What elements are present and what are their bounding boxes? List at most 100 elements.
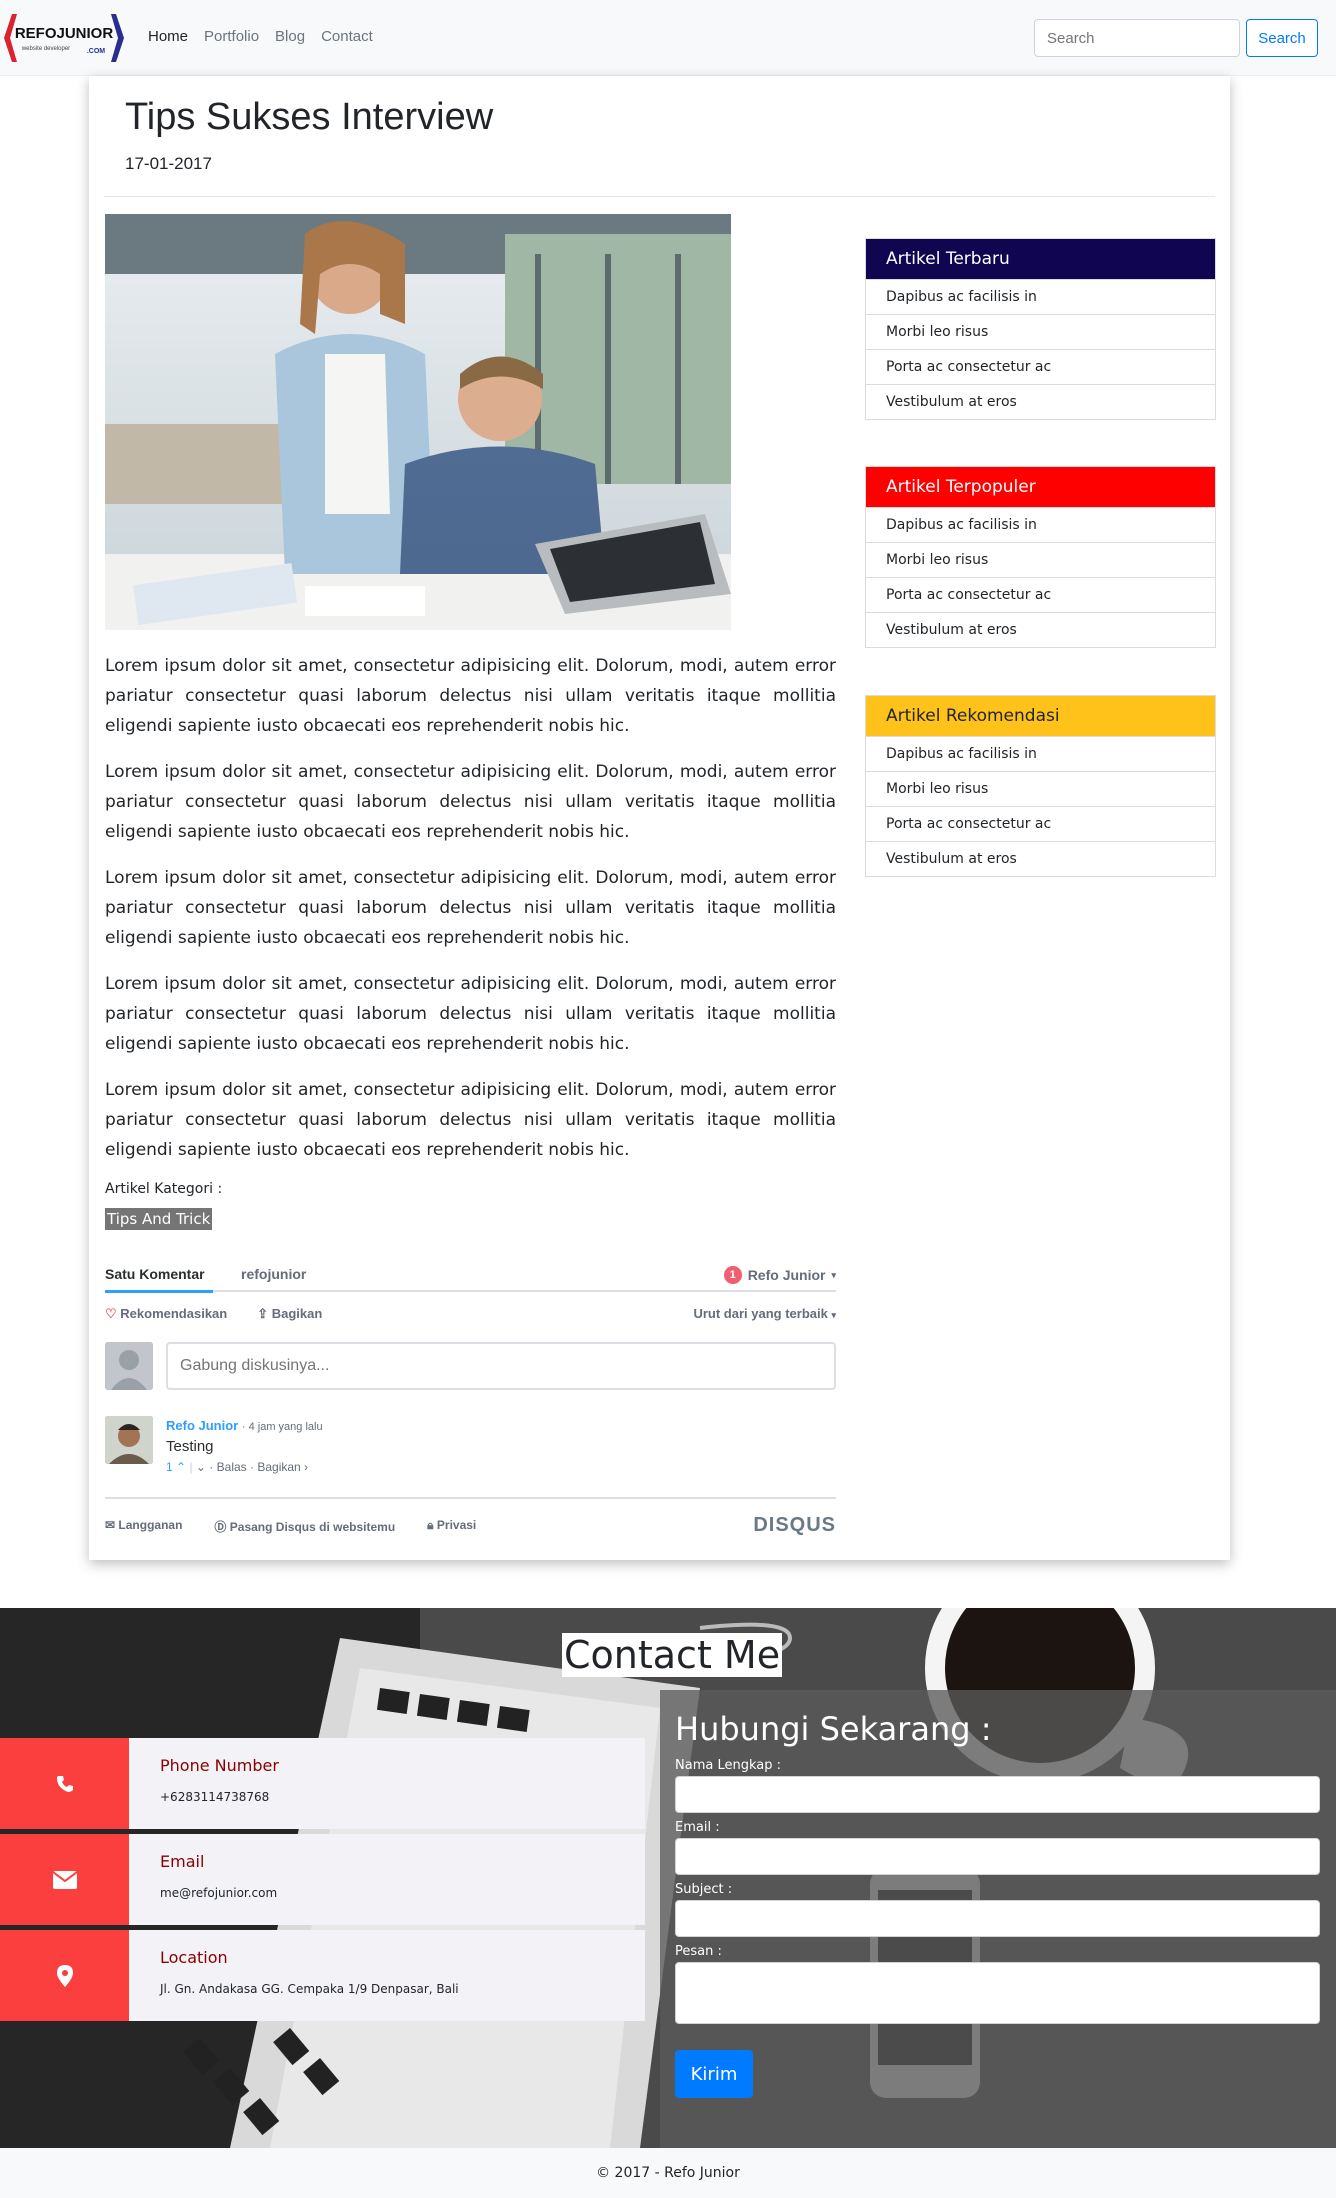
subscribe-link[interactable]: ✉ Langganan <box>105 1518 182 1535</box>
disqus-user-menu[interactable]: 1 Refo Junior ▾ <box>723 1266 836 1284</box>
name-field[interactable] <box>675 1776 1320 1813</box>
category-tag[interactable]: Tips And Trick <box>105 1208 213 1230</box>
commenter-avatar[interactable] <box>105 1416 153 1464</box>
message-field[interactable] <box>675 1962 1320 2024</box>
nav-blog-link[interactable]: Blog <box>275 28 305 45</box>
post-paragraph: Lorem ipsum dolor sit amet, consectetur … <box>105 762 836 842</box>
post-paragraph: Lorem ipsum dolor sit amet, consectetur … <box>105 656 836 736</box>
heart-icon: ♡ <box>105 1306 117 1321</box>
privacy-link[interactable]: 🔒︎ Privasi <box>427 1518 476 1535</box>
post-paragraph: Lorem ipsum dolor sit amet, consectetur … <box>105 974 836 1054</box>
privacy-label: Privasi <box>436 1518 477 1532</box>
footer-copyright: © 2017 - Refo Junior <box>596 2165 740 2181</box>
user-avatar <box>105 1342 153 1390</box>
comment-share-link[interactable]: Bagikan › <box>257 1460 308 1474</box>
install-disqus-link[interactable]: Ⓓ Pasang Disqus di websitemu <box>214 1518 395 1535</box>
downvote-button[interactable]: ⌄ <box>196 1460 206 1474</box>
info-phone-body: Phone Number +6283114738768 <box>129 1738 645 1829</box>
info-value: Jl. Gn. Andakasa GG. Cempaka 1/9 Denpasa… <box>160 1982 459 1996</box>
email-label: Email : <box>675 1820 720 1835</box>
sidebar-item[interactable]: Dapibus ac facilisis in <box>866 507 1215 542</box>
recommend-button[interactable]: ♡ Rekomendasikan <box>105 1306 227 1322</box>
active-tab-indicator <box>105 1290 213 1293</box>
sidebar-item[interactable]: Porta ac consectetur ac <box>866 577 1215 612</box>
info-label: Phone Number <box>160 1756 279 1775</box>
envelope-icon <box>0 1834 129 1925</box>
disqus-brand[interactable]: DISQUS <box>753 1514 836 1537</box>
sidebar-item[interactable]: Vestibulum at eros <box>866 384 1215 419</box>
disqus-username: Refo Junior <box>747 1267 826 1283</box>
nav-portfolio-link[interactable]: Portfolio <box>204 28 259 45</box>
submit-button[interactable]: Kirim <box>675 2050 753 2098</box>
envelope-icon: ✉ <box>105 1518 116 1532</box>
title-divider <box>104 196 1215 197</box>
lock-icon: 🔒︎ <box>427 1518 434 1532</box>
chevron-down-icon: ▾ <box>831 1310 836 1320</box>
sidebar-heading: Artikel Terpopuler <box>866 467 1215 507</box>
post-hero-image <box>105 214 731 630</box>
contact-form: Hubungi Sekarang : Nama Lengkap : Email … <box>660 1690 1336 2148</box>
search-input[interactable] <box>1034 19 1240 57</box>
post-title: Tips Sukses Interview <box>125 96 494 138</box>
sidebar-recommended: Artikel Rekomendasi Dapibus ac facilisis… <box>865 695 1216 877</box>
reply-link[interactable]: Balas <box>217 1460 247 1474</box>
sidebar-item[interactable]: Morbi leo risus <box>866 314 1215 349</box>
disqus-actions: ♡ Rekomendasikan ⇪ Bagikan Urut dari yan… <box>105 1306 836 1326</box>
subject-field[interactable] <box>675 1900 1320 1937</box>
tab-comments[interactable]: Satu Komentar <box>105 1266 205 1282</box>
comment-text: Testing <box>166 1438 214 1455</box>
sidebar-item[interactable]: Porta ac consectetur ac <box>866 349 1215 384</box>
info-value: me@refojunior.com <box>160 1886 278 1900</box>
nav-home-link[interactable]: Home <box>148 28 188 45</box>
chevron-down-icon: ▾ <box>831 1269 836 1280</box>
comment-input[interactable] <box>166 1342 836 1390</box>
share-button[interactable]: ⇪ Bagikan <box>257 1306 322 1322</box>
share-label: Bagikan <box>271 1306 323 1321</box>
disqus-thread: Satu Komentar refojunior 1 Refo Junior ▾… <box>105 1256 836 1546</box>
sidebar-item[interactable]: Porta ac consectetur ac <box>866 806 1215 841</box>
post-date: 17-01-2017 <box>125 154 212 173</box>
sort-label: Urut dari yang terbaik <box>693 1306 828 1321</box>
info-label: Location <box>160 1948 228 1967</box>
message-label: Pesan : <box>675 1944 722 1959</box>
sidebar-item[interactable]: Dapibus ac facilisis in <box>866 736 1215 771</box>
tab-community[interactable]: refojunior <box>241 1266 306 1282</box>
form-title: Hubungi Sekarang : <box>675 1710 992 1748</box>
category-label: Artikel Kategori : <box>105 1181 223 1197</box>
sidebar-item[interactable]: Vestibulum at eros <box>866 612 1215 647</box>
notification-badge: 1 <box>723 1266 742 1284</box>
info-phone: Phone Number +6283114738768 <box>0 1738 645 1829</box>
disqus-footer-divider <box>105 1497 836 1499</box>
search-button[interactable]: Search <box>1246 19 1318 57</box>
sidebar-item[interactable]: Morbi leo risus <box>866 771 1215 806</box>
post-paragraph: Lorem ipsum dolor sit amet, consectetur … <box>105 868 836 948</box>
sidebar-popular: Artikel Terpopuler Dapibus ac facilisis … <box>865 466 1216 648</box>
info-location: Location Jl. Gn. Andakasa GG. Cempaka 1/… <box>0 1930 645 2021</box>
sidebar-item[interactable]: Vestibulum at eros <box>866 841 1215 876</box>
info-value: +6283114738768 <box>160 1790 270 1804</box>
subscribe-label: Langganan <box>118 1518 183 1532</box>
logo-text: REFOJUNIOR <box>15 25 114 42</box>
nav-contact-link[interactable]: Contact <box>321 28 373 45</box>
sidebar-heading: Artikel Terbaru <box>866 239 1215 279</box>
post-paragraph: Lorem ipsum dolor sit amet, consectetur … <box>105 1080 836 1160</box>
post-card: Tips Sukses Interview 17-01-2017 Lorem i… <box>89 76 1230 1560</box>
email-field[interactable] <box>675 1838 1320 1875</box>
comment-author[interactable]: Refo Junior · 4 jam yang lalu <box>166 1418 323 1433</box>
subject-label: Subject : <box>675 1882 733 1897</box>
recommend-label: Rekomendasikan <box>120 1306 228 1321</box>
sidebar-item[interactable]: Dapibus ac facilisis in <box>866 279 1215 314</box>
upvote-button[interactable]: 1 ⌃ <box>166 1460 189 1474</box>
sort-dropdown[interactable]: Urut dari yang terbaik ▾ <box>693 1306 836 1321</box>
comment-actions: 1 ⌃ | ⌄ · Balas · Bagikan › <box>166 1460 309 1474</box>
logo-subtext: website developer <box>21 46 70 52</box>
comment-timestamp: · 4 jam yang lalu <box>241 1421 323 1433</box>
info-email: Email me@refojunior.com <box>0 1834 645 1925</box>
post-body: Lorem ipsum dolor sit amet, consectetur … <box>105 651 836 1181</box>
sidebar-heading: Artikel Rekomendasi <box>866 696 1215 736</box>
navbar: REFOJUNIOR website developer .COM Home P… <box>0 0 1336 76</box>
site-logo[interactable]: REFOJUNIOR website developer .COM <box>2 10 126 66</box>
sidebar-item[interactable]: Morbi leo risus <box>866 542 1215 577</box>
comment-author-name: Refo Junior <box>166 1418 239 1433</box>
info-label: Email <box>160 1852 205 1871</box>
